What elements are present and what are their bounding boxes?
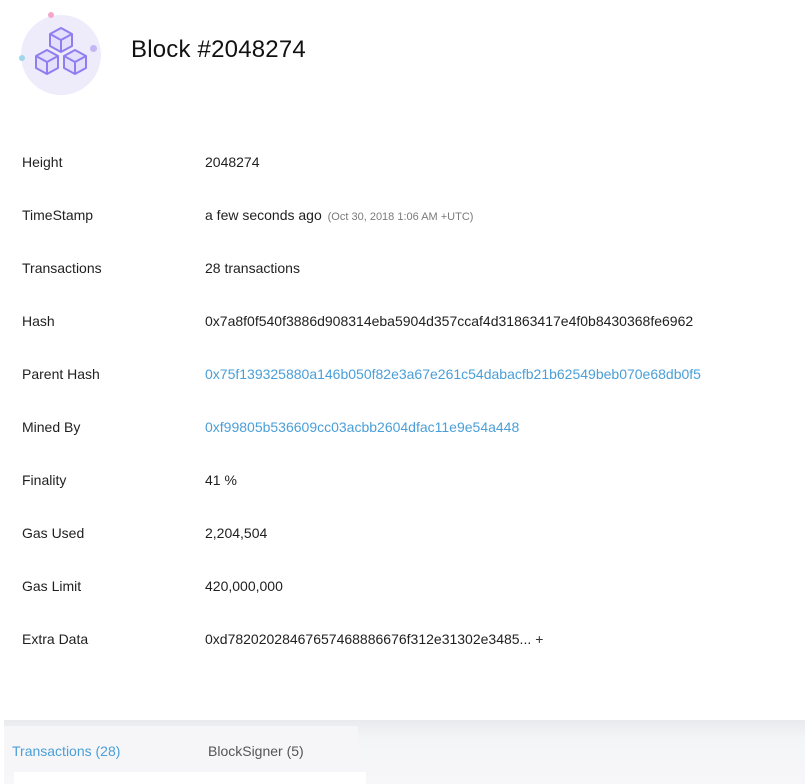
detail-row-mined-by: Mined By 0xf99805b536609cc03acbb2604dfac…	[0, 399, 805, 452]
tab-blocksigner[interactable]: BlockSigner (5)	[208, 743, 304, 759]
blocks-cube-icon	[35, 27, 87, 75]
detail-row-transactions: Transactions 28 transactions	[0, 240, 805, 293]
detail-label: Hash	[22, 313, 55, 329]
miner-address-link[interactable]: 0xf99805b536609cc03acbb2604dfac11e9e54a4…	[205, 419, 519, 435]
detail-row-parent-hash: Parent Hash 0x75f139325880a146b050f82e3a…	[0, 346, 805, 399]
detail-value-timestamp: a few seconds ago (Oct 30, 2018 1:06 AM …	[205, 207, 473, 223]
detail-label: Gas Limit	[22, 578, 82, 594]
detail-label: Gas Used	[22, 525, 85, 541]
detail-label: Parent Hash	[22, 366, 100, 382]
detail-row-gas-limit: Gas Limit 420,000,000	[0, 558, 805, 611]
block-header: Block #2048274	[0, 0, 805, 110]
expand-extra-data-button[interactable]: +	[535, 631, 543, 647]
detail-value-finality: 41 %	[205, 472, 237, 488]
detail-label: Mined By	[22, 419, 81, 435]
detail-label: TimeStamp	[22, 207, 94, 223]
detail-value-gas-used: 2,204,504	[205, 525, 268, 541]
detail-value-height: 2048274	[205, 154, 260, 170]
detail-label: Finality	[22, 472, 67, 488]
detail-value-gas-limit: 420,000,000	[205, 578, 283, 594]
detail-row-hash: Hash 0x7a8f0f540f3886d908314eba5904d357c…	[0, 293, 805, 346]
detail-row-gas-used: Gas Used 2,204,504	[0, 505, 805, 558]
timestamp-relative: a few seconds ago	[205, 207, 322, 223]
block-logo	[19, 12, 104, 96]
block-details: Height 2048274 TimeStamp a few seconds a…	[0, 134, 805, 664]
parent-hash-link[interactable]: 0x75f139325880a146b050f82e3a67e261c54dab…	[205, 366, 701, 382]
decor-dot-pink	[48, 12, 54, 18]
detail-row-height: Height 2048274	[0, 134, 805, 187]
detail-label: Height	[22, 154, 63, 170]
page-title: Block #2048274	[131, 36, 306, 63]
tab-content-area	[14, 772, 366, 784]
detail-value-extra-data: 0xd78202028467657468886676f312e31302e348…	[205, 631, 543, 647]
detail-value-transactions: 28 transactions	[205, 260, 300, 276]
detail-row-finality: Finality 41 %	[0, 452, 805, 505]
detail-label: Extra Data	[22, 631, 89, 647]
detail-label: Transactions	[22, 260, 102, 276]
timestamp-absolute: (Oct 30, 2018 1:06 AM +UTC)	[327, 211, 474, 223]
decor-dot-teal	[19, 55, 25, 61]
detail-value-hash: 0x7a8f0f540f3886d908314eba5904d357ccaf4d…	[205, 313, 694, 329]
detail-row-extra-data: Extra Data 0xd78202028467657468886676f31…	[0, 611, 805, 664]
extra-data-text: 0xd78202028467657468886676f312e31302e348…	[205, 631, 532, 647]
detail-row-timestamp: TimeStamp a few seconds ago (Oct 30, 201…	[0, 187, 805, 240]
tab-transactions[interactable]: Transactions (28)	[12, 743, 120, 759]
